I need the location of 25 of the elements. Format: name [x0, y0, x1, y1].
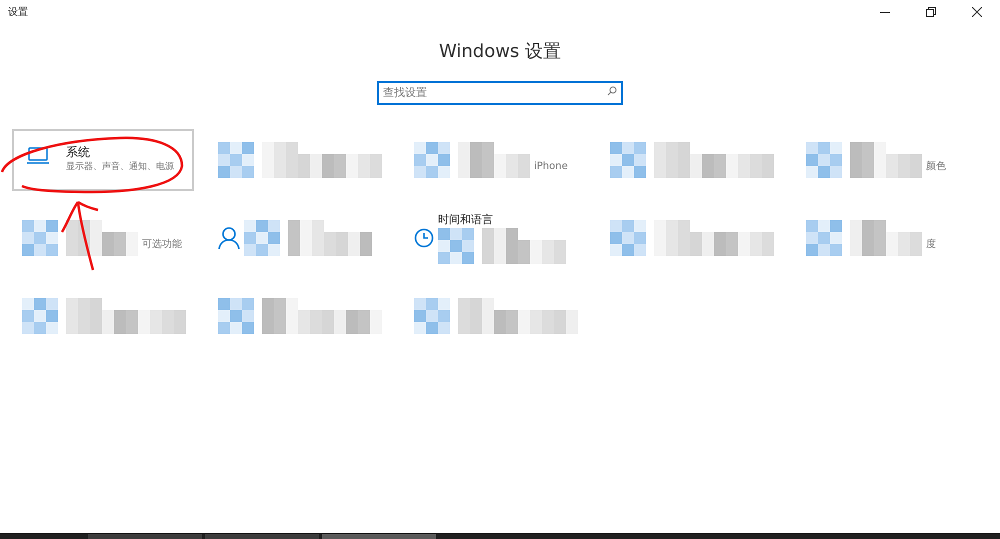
- tile-title: 时间和语言: [438, 212, 494, 228]
- page-heading: Windows 设置: [438, 40, 562, 64]
- tile-subtitle: iPhone: [534, 160, 568, 174]
- tile-subtitle: 颜色: [926, 160, 946, 174]
- search-icon: [607, 86, 617, 96]
- clock-icon: [414, 228, 434, 248]
- tile-subtitle: 显示器、声音、通知、电源: [66, 161, 174, 174]
- taskbar-button[interactable]: [205, 534, 319, 539]
- tile-subtitle: 度: [926, 238, 936, 252]
- laptop-icon: [26, 147, 50, 165]
- settings-tile[interactable]: 颜色: [796, 129, 978, 191]
- settings-tile[interactable]: 系统 显示器、声音、通知、电源: [12, 129, 194, 191]
- window-title: 设置: [7, 6, 28, 20]
- settings-tile[interactable]: 可选功能: [12, 207, 194, 269]
- settings-tile[interactable]: iPhone: [404, 129, 586, 191]
- close-icon: [972, 7, 982, 17]
- taskbar-button[interactable]: [322, 534, 436, 539]
- settings-tile[interactable]: 度: [796, 207, 978, 269]
- person-icon: [218, 226, 240, 250]
- restore-icon: [926, 7, 936, 17]
- settings-tile[interactable]: 时间和语言: [404, 207, 586, 269]
- taskbar-button[interactable]: [88, 534, 202, 539]
- tile-subtitle: 可选功能: [142, 238, 182, 252]
- tile-title: 系统: [66, 144, 91, 161]
- search-field[interactable]: 查找设置: [377, 80, 623, 104]
